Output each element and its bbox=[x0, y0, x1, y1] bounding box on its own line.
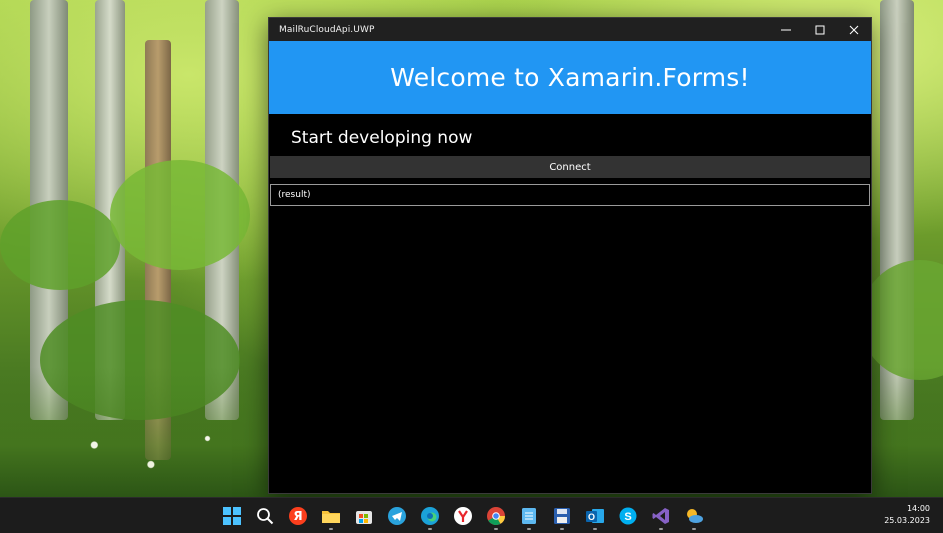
yandex-icon[interactable]: Я bbox=[287, 505, 309, 527]
page-title: Welcome to Xamarin.Forms! bbox=[390, 63, 750, 92]
close-button[interactable] bbox=[837, 18, 871, 41]
file-explorer-icon[interactable] bbox=[320, 505, 342, 527]
search-icon[interactable] bbox=[254, 505, 276, 527]
running-indicator bbox=[329, 528, 333, 530]
skype-icon[interactable]: S bbox=[617, 505, 639, 527]
app-window: MailRuCloudApi.UWP Welcome to Xamarin.Fo… bbox=[268, 17, 872, 494]
foliage bbox=[860, 260, 943, 380]
visual-studio-icon[interactable] bbox=[650, 505, 672, 527]
running-indicator bbox=[494, 528, 498, 530]
clock-time: 14:00 bbox=[906, 504, 930, 513]
maximize-button[interactable] bbox=[803, 18, 837, 41]
caption-buttons bbox=[769, 18, 871, 41]
running-indicator bbox=[428, 528, 432, 530]
result-text: (result) bbox=[278, 190, 311, 200]
system-clock[interactable]: 14:00 25.03.2023 bbox=[884, 503, 930, 527]
running-indicator bbox=[593, 528, 597, 530]
clock-date: 25.03.2023 bbox=[884, 516, 930, 525]
foliage bbox=[0, 200, 120, 290]
running-indicator bbox=[692, 528, 696, 530]
taskbar: Я O S 14:00 25.03.2023 bbox=[0, 497, 943, 533]
svg-text:O: O bbox=[588, 512, 595, 522]
maximize-icon bbox=[815, 25, 825, 34]
app-header: Welcome to Xamarin.Forms! bbox=[269, 41, 871, 114]
subheading-label: Start developing now bbox=[291, 128, 473, 148]
microsoft-store-icon[interactable] bbox=[353, 505, 375, 527]
minimize-icon bbox=[781, 29, 791, 30]
minimize-button[interactable] bbox=[769, 18, 803, 41]
telegram-icon[interactable] bbox=[386, 505, 408, 527]
yandex-letter: Я bbox=[293, 509, 303, 523]
close-icon bbox=[849, 25, 859, 34]
foliage bbox=[110, 160, 250, 270]
running-indicator bbox=[659, 528, 663, 530]
title-bar[interactable]: MailRuCloudApi.UWP bbox=[269, 18, 871, 41]
yandex-browser-icon[interactable] bbox=[452, 505, 474, 527]
floppy-app-icon[interactable] bbox=[551, 505, 573, 527]
edge-icon[interactable] bbox=[419, 505, 441, 527]
running-indicator bbox=[527, 528, 531, 530]
running-indicator bbox=[560, 528, 564, 530]
windows-start-icon[interactable] bbox=[221, 505, 243, 527]
chrome-icon[interactable] bbox=[485, 505, 507, 527]
result-output[interactable]: (result) bbox=[270, 184, 870, 206]
weather-icon[interactable] bbox=[683, 505, 705, 527]
connect-button[interactable]: Connect bbox=[270, 156, 870, 178]
svg-text:S: S bbox=[624, 511, 631, 523]
window-title: MailRuCloudApi.UWP bbox=[279, 24, 375, 35]
notepad-icon[interactable] bbox=[518, 505, 540, 527]
outlook-icon[interactable]: O bbox=[584, 505, 606, 527]
